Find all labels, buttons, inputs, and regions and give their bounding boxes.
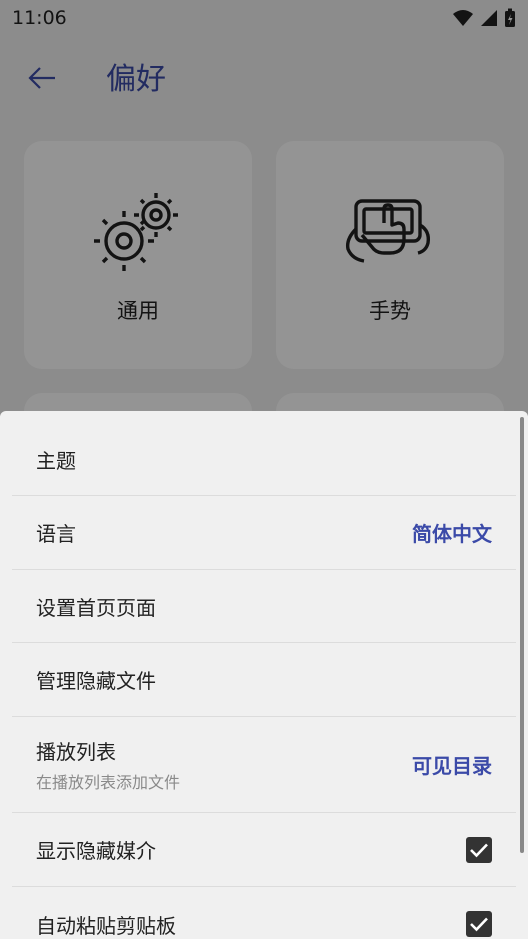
row-playlist-value: 可见目录 — [412, 754, 492, 778]
row-playlist-title: 播放列表 — [36, 740, 116, 764]
row-manage-hidden[interactable]: 管理隐藏文件 — [12, 643, 516, 717]
check-icon — [470, 917, 488, 932]
row-home-page-title: 设置首页页面 — [36, 595, 156, 620]
sheet-scrollbar[interactable] — [520, 417, 524, 853]
row-show-hidden-media[interactable]: 显示隐藏媒介 — [12, 813, 516, 887]
row-language[interactable]: 语言 简体中文 — [12, 496, 516, 570]
row-show-hidden-media-title: 显示隐藏媒介 — [36, 839, 156, 863]
row-theme[interactable]: 主题 — [12, 423, 516, 496]
row-auto-paste[interactable]: 自动粘贴剪贴板 — [12, 887, 516, 939]
row-manage-hidden-title: 管理隐藏文件 — [36, 669, 156, 693]
row-theme-title: 主题 — [36, 448, 76, 473]
row-playlist-text: 播放列表 在播放列表添加文件 — [36, 736, 180, 793]
bottom-sheet: 主题 语言 简体中文 设置首页页面 管理隐藏文件 播放列表 在播放列表添加文件 … — [0, 411, 528, 939]
auto-paste-checkbox[interactable] — [466, 911, 492, 937]
row-playlist-subtitle: 在播放列表添加文件 — [36, 773, 181, 792]
row-home-page[interactable]: 设置首页页面 — [12, 570, 516, 643]
check-icon — [470, 843, 488, 857]
row-language-title: 语言 — [36, 522, 76, 546]
show-hidden-media-checkbox[interactable] — [466, 836, 492, 863]
row-language-value: 简体中文 — [412, 522, 492, 546]
row-auto-paste-title: 自动粘贴剪贴板 — [36, 913, 176, 938]
row-playlist[interactable]: 播放列表 在播放列表添加文件 可见目录 — [12, 717, 516, 813]
